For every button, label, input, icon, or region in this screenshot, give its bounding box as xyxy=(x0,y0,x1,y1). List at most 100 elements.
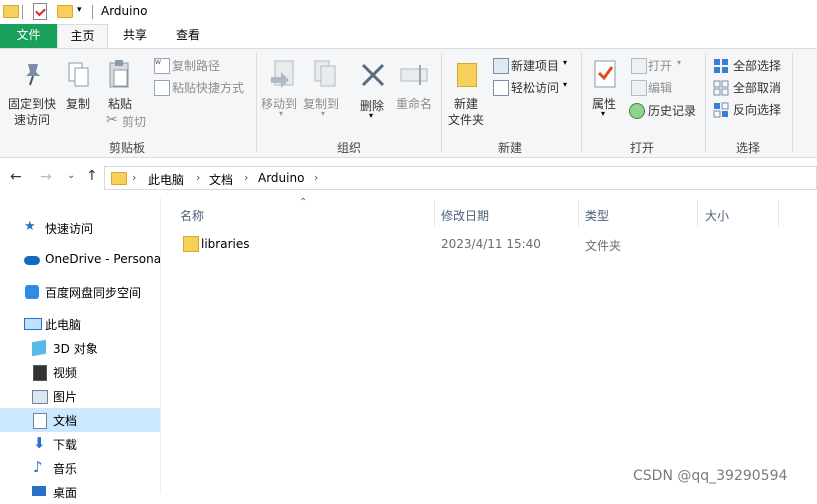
customize-quick-access-icon[interactable]: ▾ xyxy=(77,5,82,15)
film-icon xyxy=(33,365,47,381)
recent-locations-icon[interactable]: ⌄ xyxy=(67,170,75,181)
folder-icon xyxy=(111,172,127,185)
column-header-modified[interactable]: 修改日期 xyxy=(441,207,489,224)
breadcrumb-separator-icon[interactable]: › xyxy=(132,171,136,184)
breadcrumb-item[interactable]: 此电脑 xyxy=(148,171,184,188)
group-separator xyxy=(792,53,793,153)
back-arrow-icon[interactable]: ← xyxy=(10,169,22,185)
group-separator xyxy=(441,53,442,153)
breadcrumb-separator-icon[interactable]: › xyxy=(196,171,200,184)
sidebar-item-baidu-sync[interactable]: 百度网盘同步空间 xyxy=(0,280,160,304)
open-button[interactable]: 打开 ▾ xyxy=(631,57,691,75)
tab-view[interactable]: 查看 xyxy=(165,24,211,48)
delete-button[interactable]: 删除 ▾ xyxy=(355,57,391,123)
new-folder-button[interactable]: 新建 文件夹 xyxy=(446,57,488,127)
invert-selection-button[interactable]: 反向选择 xyxy=(713,101,793,119)
pin-icon xyxy=(26,64,40,86)
cube-icon xyxy=(32,339,46,357)
computer-icon xyxy=(24,318,42,330)
move-to-button[interactable]: 移动到 ▾ xyxy=(261,57,303,123)
group-label-open: 打开 xyxy=(629,141,654,155)
title-bar: ▾ Arduino xyxy=(0,0,817,24)
group-label-new: 新建 xyxy=(497,141,522,155)
select-none-button[interactable]: 全部取消 xyxy=(713,79,793,97)
rename-button[interactable]: 重命名 xyxy=(394,57,436,123)
history-icon xyxy=(629,103,645,119)
copy-button[interactable]: 复制 xyxy=(62,57,98,117)
breadcrumb-separator-icon[interactable]: › xyxy=(244,171,248,184)
download-arrow-icon: ⬇ xyxy=(33,434,46,452)
divider xyxy=(92,5,93,19)
address-bar[interactable]: › 此电脑 › 文档 › Arduino › xyxy=(104,166,817,190)
sidebar-item-this-pc[interactable]: 此电脑 xyxy=(0,312,160,336)
sidebar-item-pictures[interactable]: 图片 xyxy=(0,384,160,408)
pane-divider[interactable] xyxy=(160,198,161,494)
group-label-select: 选择 xyxy=(735,141,760,155)
copy-to-icon xyxy=(314,60,336,87)
copy-icon xyxy=(68,62,89,87)
paste-button[interactable]: 粘贴 xyxy=(102,57,138,117)
forward-arrow-icon[interactable]: → xyxy=(40,169,52,185)
sort-ascending-icon: ⌃ xyxy=(299,197,308,208)
paste-shortcut-button[interactable]: 粘贴快捷方式 xyxy=(154,79,250,97)
tab-share[interactable]: 共享 xyxy=(112,24,158,48)
column-separator[interactable] xyxy=(578,200,579,226)
file-modified: 2023/4/11 15:40 xyxy=(441,237,541,251)
column-header-name[interactable]: 名称 xyxy=(180,207,204,224)
column-separator[interactable] xyxy=(697,200,698,226)
dropdown-arrow-icon: ▾ xyxy=(601,109,606,118)
table-row[interactable]: libraries 2023/4/11 15:40 文件夹 xyxy=(176,233,776,255)
sidebar-item-music[interactable]: ♪ 音乐 xyxy=(0,456,160,480)
sidebar-item-3d-objects[interactable]: 3D 对象 xyxy=(0,336,160,360)
copy-to-button[interactable]: 复制到 ▾ xyxy=(303,57,345,123)
new-folder-quick-icon[interactable] xyxy=(57,5,73,18)
music-note-icon: ♪ xyxy=(33,458,43,476)
watermark: CSDN @qq_39290594 xyxy=(633,468,788,484)
copy-path-button[interactable]: W 复制路径 xyxy=(154,57,246,75)
sidebar-item-quick-access[interactable]: ★ 快速访问 xyxy=(0,216,160,240)
sidebar-item-onedrive[interactable]: OneDrive - Persona xyxy=(0,248,161,272)
breadcrumb-item[interactable]: Arduino xyxy=(258,171,304,185)
cloud-icon xyxy=(24,256,40,265)
properties-quick-icon[interactable] xyxy=(33,3,47,20)
tab-file[interactable]: 文件 xyxy=(0,24,57,48)
new-item-button[interactable]: 新建项目 ▾ xyxy=(493,57,575,75)
column-separator[interactable] xyxy=(434,200,435,226)
up-arrow-icon[interactable]: ↑ xyxy=(86,168,98,184)
tab-home[interactable]: 主页 xyxy=(57,24,108,48)
column-header-size[interactable]: 大小 xyxy=(705,207,729,224)
paste-icon xyxy=(109,60,129,88)
group-separator xyxy=(256,53,257,153)
breadcrumb-item[interactable]: 文档 xyxy=(209,171,233,188)
star-icon: ★ xyxy=(24,219,36,234)
sidebar-item-documents[interactable]: 文档 xyxy=(0,408,160,432)
pin-to-quick-access-button[interactable]: 固定到快 速访问 xyxy=(4,57,60,127)
paste-shortcut-icon xyxy=(154,80,170,96)
new-folder-icon xyxy=(457,63,477,87)
properties-icon xyxy=(594,60,616,88)
select-all-button[interactable]: 全部选择 xyxy=(713,57,793,75)
dropdown-arrow-icon: ▾ xyxy=(563,58,568,67)
sidebar-item-desktop[interactable]: 桌面 xyxy=(0,480,160,504)
history-button[interactable]: 历史记录 xyxy=(629,102,699,120)
sidebar-item-videos[interactable]: 视频 xyxy=(0,360,160,384)
folder-icon xyxy=(3,5,19,18)
column-separator[interactable] xyxy=(778,200,779,226)
divider xyxy=(22,5,23,19)
file-name: libraries xyxy=(201,237,250,251)
sidebar-item-downloads[interactable]: ⬇ 下载 xyxy=(0,432,160,456)
group-label-organize: 组织 xyxy=(336,141,361,155)
column-header-type[interactable]: 类型 xyxy=(585,207,609,224)
dropdown-arrow-icon: ▾ xyxy=(321,109,326,118)
easy-access-button[interactable]: 轻松访问 ▾ xyxy=(493,79,575,97)
group-label-clipboard: 剪贴板 xyxy=(108,141,145,155)
breadcrumb-separator-icon[interactable]: › xyxy=(314,171,318,184)
dropdown-arrow-icon: ▾ xyxy=(279,109,284,118)
move-to-icon xyxy=(271,60,294,88)
cut-button[interactable]: ✂ 剪切 xyxy=(106,112,156,130)
copy-path-icon: W xyxy=(154,58,170,74)
edit-button[interactable]: 编辑 xyxy=(631,79,691,97)
select-all-icon xyxy=(714,59,728,73)
properties-button[interactable]: 属性 ▾ xyxy=(586,57,624,127)
baidu-netdisk-icon xyxy=(25,285,39,299)
